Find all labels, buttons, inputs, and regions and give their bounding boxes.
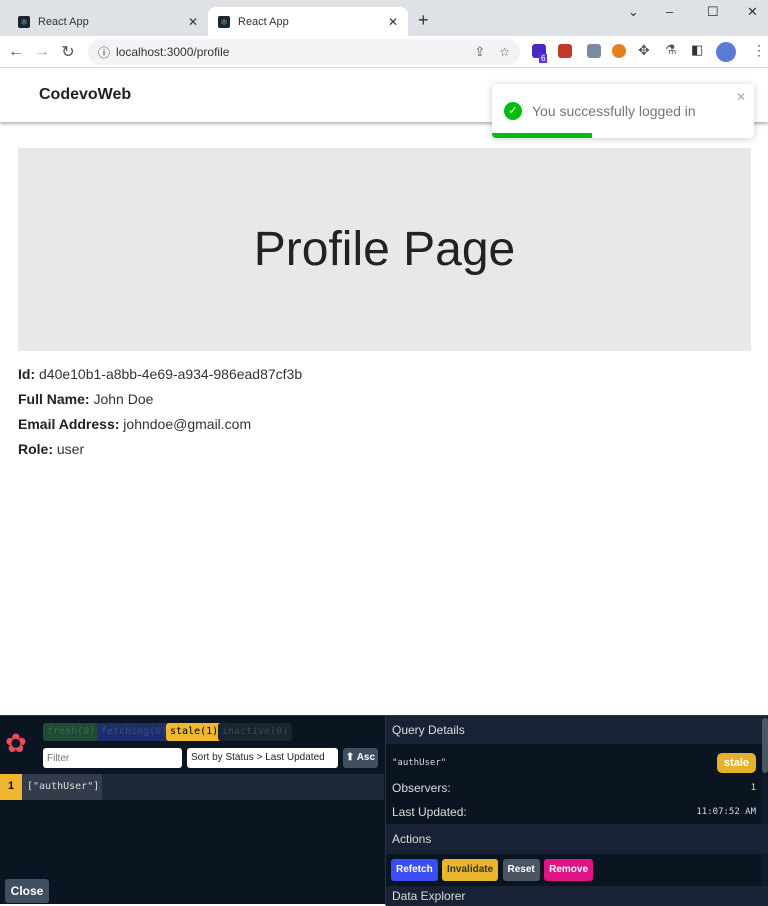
- url-text: localhost:3000/profile: [116, 45, 230, 59]
- fetching-badge: fetching(0): [97, 723, 172, 741]
- profile-role: Role: user: [18, 441, 302, 466]
- reload-icon[interactable]: ↻: [55, 42, 81, 62]
- query-details-title: Query Details: [386, 716, 768, 744]
- extension-icon[interactable]: [612, 44, 626, 58]
- field-label: Id:: [18, 366, 36, 382]
- profile-full-name: Full Name: John Doe: [18, 391, 302, 416]
- badge-count: (0): [149, 726, 168, 737]
- last-updated-label: Last Updated:: [392, 805, 467, 819]
- eyedropper-extension-icon[interactable]: [587, 44, 601, 58]
- success-check-icon: ✓: [504, 102, 522, 120]
- query-row[interactable]: 1 ["authUser"]: [0, 774, 384, 800]
- profile-id: Id: d40e10b1-a8bb-4e69-a934-986ead87cf3b: [18, 366, 302, 391]
- minimize-icon[interactable]: –: [666, 4, 673, 19]
- page-title: Profile Page: [253, 223, 516, 276]
- inactive-badge: inactive(0): [218, 723, 293, 741]
- close-devtools-button[interactable]: Close: [5, 879, 49, 903]
- extension-icon[interactable]: [558, 44, 572, 58]
- menu-kebab-icon[interactable]: ⋮: [752, 42, 766, 59]
- brand-logo[interactable]: CodevoWeb: [39, 86, 131, 104]
- badge-count: (0): [270, 726, 289, 737]
- field-label: Role:: [18, 441, 53, 457]
- toast-progress-bar: [492, 133, 592, 138]
- actions-title: Actions: [386, 824, 768, 854]
- close-tab-icon[interactable]: ✕: [188, 15, 198, 29]
- site-info-icon[interactable]: ⓘ: [98, 44, 110, 61]
- browser-tab-bar: ⚛ React App ✕ ⚛ React App ✕ + ⌄ – ☐ ✕: [0, 0, 768, 36]
- close-window-icon[interactable]: ✕: [747, 4, 758, 20]
- field-value: John Doe: [93, 391, 154, 407]
- extensions-puzzle-icon[interactable]: ✥: [638, 42, 650, 59]
- back-icon[interactable]: ←: [3, 43, 29, 61]
- observer-count: 1: [0, 774, 22, 800]
- badge-label: stale: [170, 726, 201, 737]
- query-key: ["authUser"]: [22, 774, 102, 800]
- bookmark-star-icon[interactable]: ☆: [499, 45, 510, 59]
- observers-value: 1: [750, 783, 756, 793]
- forward-icon[interactable]: →: [29, 43, 55, 61]
- field-value: johndoe@gmail.com: [123, 416, 252, 432]
- sort-select[interactable]: Sort by Status > Last Updated: [187, 748, 338, 768]
- scrollbar[interactable]: [762, 718, 768, 773]
- profile-avatar[interactable]: [716, 42, 736, 62]
- field-label: Email Address:: [18, 416, 120, 432]
- query-details-body: "authUser" stale Observers: 1 Last Updated…: [386, 744, 762, 824]
- toast-message: You successfully logged in: [532, 103, 696, 119]
- stale-badge: stale(1): [166, 723, 223, 741]
- react-favicon-icon: ⚛: [18, 15, 30, 28]
- maximize-icon[interactable]: ☐: [707, 4, 719, 20]
- last-updated-value: 11:07:52 AM: [696, 807, 756, 817]
- badge-count: (1): [200, 726, 219, 737]
- toast-notification: ✓ You successfully logged in ✕: [492, 84, 754, 138]
- extension-badge: 6: [539, 54, 548, 63]
- refetch-button[interactable]: Refetch: [391, 859, 438, 881]
- field-value: d40e10b1-a8bb-4e69-a934-986ead87cf3b: [39, 366, 303, 382]
- reset-button[interactable]: Reset: [502, 859, 540, 881]
- close-toast-icon[interactable]: ✕: [736, 90, 746, 104]
- field-label: Full Name:: [18, 391, 90, 407]
- badge-label: inactive: [222, 726, 271, 737]
- badge-label: fetching: [101, 726, 150, 737]
- badge-label: fresh: [47, 726, 78, 737]
- close-tab-icon[interactable]: ✕: [388, 15, 398, 29]
- new-tab-icon[interactable]: +: [418, 10, 429, 31]
- share-icon[interactable]: ⇪: [474, 44, 485, 60]
- profile-info: Id: d40e10b1-a8bb-4e69-a934-986ead87cf3b…: [18, 366, 302, 466]
- profile-email: Email Address: johndoe@gmail.com: [18, 416, 302, 441]
- tab-search-icon[interactable]: ⌄: [628, 4, 639, 20]
- status-badge: stale: [716, 753, 756, 773]
- query-key: "authUser": [392, 758, 447, 768]
- actions-bar: Refetch Invalidate Reset Remove: [386, 854, 762, 886]
- react-favicon-icon: ⚛: [218, 15, 230, 28]
- browser-tab[interactable]: ⚛ React App ✕: [8, 7, 208, 36]
- invalidate-button[interactable]: Invalidate: [442, 859, 499, 881]
- fresh-badge: fresh(0): [43, 723, 100, 741]
- hero-banner: Profile Page: [18, 148, 751, 351]
- browser-toolbar: ← → ↻ ⓘ localhost:3000/profile ⇪ ☆ 6 ✥ ⚗ ◧ …: [0, 36, 768, 68]
- field-value: user: [56, 441, 85, 457]
- address-bar[interactable]: ⓘ localhost:3000/profile ⇪ ☆: [88, 39, 520, 65]
- labs-flask-icon[interactable]: ⚗: [665, 42, 677, 58]
- tab-title: React App: [238, 15, 289, 28]
- react-query-logo-icon[interactable]: ✿: [5, 728, 27, 759]
- react-query-devtools: ✿ fresh(0) fetching(0) stale(1) inactive…: [0, 715, 768, 906]
- side-panel-icon[interactable]: ◧: [691, 42, 703, 58]
- observers-label: Observers:: [392, 781, 451, 795]
- data-explorer-title: Data Explorer: [386, 886, 768, 906]
- query-details-panel: Query Details "authUser" stale Observers:…: [385, 716, 768, 906]
- query-list-panel: ✿ fresh(0) fetching(0) stale(1) inactive…: [0, 716, 384, 905]
- sort-direction-button[interactable]: ⬆ Asc: [343, 748, 378, 768]
- remove-button[interactable]: Remove: [544, 859, 594, 881]
- sort-value: Sort by Status > Last Updated: [191, 752, 325, 763]
- badge-count: (0): [77, 726, 96, 737]
- browser-tab-active[interactable]: ⚛ React App ✕: [208, 7, 408, 36]
- tab-title: React App: [38, 15, 89, 28]
- filter-input[interactable]: [43, 748, 182, 768]
